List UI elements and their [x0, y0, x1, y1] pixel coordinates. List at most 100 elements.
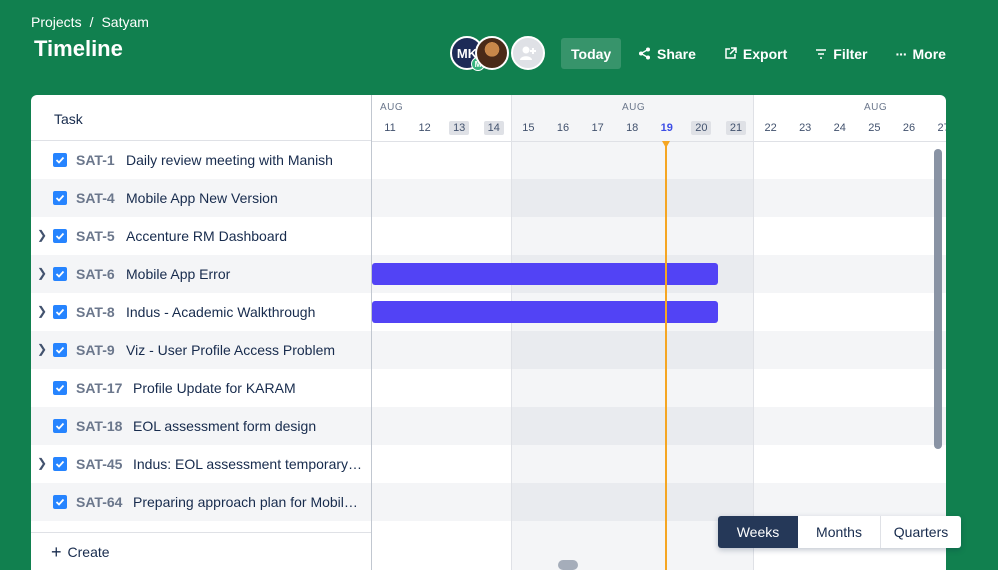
add-people-button[interactable] — [511, 36, 545, 70]
task-key[interactable]: SAT-64 — [76, 494, 122, 510]
task-type-checkbox-icon — [53, 419, 67, 433]
chevron-right-icon[interactable]: ❯ — [37, 304, 47, 320]
timeline-panel: Task SAT-1 Daily review meeting with Mani… — [31, 95, 946, 570]
day-label: 21 — [726, 121, 746, 135]
day-label: 23 — [799, 122, 812, 134]
task-row[interactable]: ❯ SAT-9 Viz - User Profile Access Problem — [31, 331, 371, 369]
chevron-right-icon[interactable]: ❯ — [37, 342, 47, 358]
export-button[interactable]: Export — [714, 38, 797, 69]
day-label: 20 — [691, 121, 712, 135]
more-button[interactable]: ··· More — [886, 38, 956, 69]
page-title: Timeline — [34, 36, 123, 61]
task-key[interactable]: SAT-6 — [76, 266, 115, 282]
task-key[interactable]: SAT-17 — [76, 380, 122, 396]
quarters-button[interactable]: Quarters — [880, 516, 961, 548]
task-row[interactable]: SAT-18 EOL assessment form design — [31, 407, 371, 445]
create-button[interactable]: + Create — [31, 532, 371, 570]
day-label: 17 — [591, 122, 604, 134]
filter-icon — [816, 48, 827, 59]
day-label: 22 — [764, 122, 777, 134]
task-row[interactable]: ❯ SAT-6 Mobile App Error — [31, 255, 371, 293]
chevron-right-icon[interactable]: ❯ — [37, 266, 47, 282]
avatar-photo[interactable] — [475, 36, 509, 70]
day-label: 19 — [660, 122, 673, 134]
task-key[interactable]: SAT-9 — [76, 342, 115, 358]
task-title[interactable]: Daily review meeting with Manish — [126, 152, 363, 168]
task-key[interactable]: SAT-1 — [76, 152, 115, 168]
task-row[interactable]: SAT-17 Profile Update for KARAM — [31, 369, 371, 407]
task-type-checkbox-icon — [53, 305, 67, 319]
task-title[interactable]: Mobile App New Version — [126, 190, 363, 206]
chevron-right-icon[interactable]: ❯ — [37, 456, 47, 472]
day-label: 13 — [449, 121, 470, 135]
task-row[interactable]: SAT-4 Mobile App New Version — [31, 179, 371, 217]
day-label: 15 — [522, 122, 535, 134]
day-label: 24 — [833, 122, 846, 134]
day-label: 12 — [418, 122, 431, 134]
task-title[interactable]: Viz - User Profile Access Problem — [126, 342, 363, 358]
weeks-button[interactable]: Weeks — [718, 516, 798, 548]
week-highlight — [511, 95, 753, 570]
task-title[interactable]: EOL assessment form design — [133, 418, 363, 434]
task-type-checkbox-icon — [53, 343, 67, 357]
more-label: More — [912, 45, 946, 62]
breadcrumb-project[interactable]: Satyam — [101, 14, 148, 30]
timeline-grid[interactable]: AUG AUG AUG 11 12 13 14 15 16 17 18 19 20 21 22 23 24… — [372, 95, 946, 570]
more-icon: ··· — [895, 45, 908, 62]
horizontal-scrollbar[interactable] — [558, 560, 578, 570]
task-title[interactable]: Indus: EOL assessment temporary s… — [133, 456, 363, 472]
export-icon — [725, 47, 737, 59]
breadcrumb-separator: / — [89, 14, 94, 30]
task-type-checkbox-icon — [53, 267, 67, 281]
filter-label: Filter — [833, 45, 868, 62]
task-row[interactable]: SAT-1 Daily review meeting with Manish — [31, 141, 371, 179]
toolbar-actions: Share Export Filter ··· More — [628, 38, 956, 69]
timeline-header-divider — [372, 141, 946, 142]
task-type-checkbox-icon — [53, 191, 67, 205]
months-button[interactable]: Months — [798, 516, 880, 548]
task-title[interactable]: Indus - Academic Walkthrough — [126, 304, 363, 320]
task-row[interactable]: SAT-64 Preparing approach plan for Mobile… — [31, 483, 371, 521]
task-type-checkbox-icon — [53, 153, 67, 167]
task-title[interactable]: Preparing approach plan for Mobile… — [133, 494, 363, 510]
plus-icon: + — [51, 541, 62, 562]
create-label: Create — [67, 543, 110, 560]
task-key[interactable]: SAT-18 — [76, 418, 122, 434]
task-type-checkbox-icon — [53, 495, 67, 509]
task-header-label: Task — [54, 111, 83, 127]
task-title[interactable]: Profile Update for KARAM — [133, 380, 363, 396]
task-key[interactable]: SAT-5 — [76, 228, 115, 244]
task-column-header: Task — [31, 95, 371, 141]
share-button[interactable]: Share — [628, 38, 706, 69]
share-icon — [639, 47, 650, 60]
task-type-checkbox-icon — [53, 381, 67, 395]
toolbar: Today — [561, 38, 622, 69]
task-key[interactable]: SAT-8 — [76, 304, 115, 320]
task-type-checkbox-icon — [53, 457, 67, 471]
task-row[interactable]: ❯ SAT-8 Indus - Academic Walkthrough — [31, 293, 371, 331]
month-label: AUG — [622, 102, 646, 113]
task-row[interactable]: ❯ SAT-45 Indus: EOL assessment temporary s… — [31, 445, 371, 483]
vertical-scrollbar[interactable] — [934, 149, 942, 449]
task-type-checkbox-icon — [53, 229, 67, 243]
filter-button[interactable]: Filter — [805, 38, 877, 69]
task-title[interactable]: Mobile App Error — [126, 266, 363, 282]
chevron-right-icon[interactable]: ❯ — [37, 228, 47, 244]
today-button[interactable]: Today — [561, 38, 622, 69]
task-key[interactable]: SAT-45 — [76, 456, 122, 472]
export-label: Export — [742, 45, 788, 62]
breadcrumb: Projects / Satyam — [31, 14, 149, 30]
day-label: 25 — [868, 122, 881, 134]
task-key[interactable]: SAT-4 — [76, 190, 115, 206]
task-row[interactable]: ❯ SAT-5 Accenture RM Dashboard — [31, 217, 371, 255]
day-label: 27 — [937, 122, 946, 134]
share-label: Share — [657, 45, 696, 62]
day-label: 16 — [556, 122, 570, 134]
timescale-switcher: Weeks Months Quarters — [718, 516, 961, 548]
task-title[interactable]: Accenture RM Dashboard — [126, 228, 363, 244]
today-line — [665, 141, 667, 570]
day-label: 14 — [483, 121, 504, 135]
week-divider — [753, 95, 754, 570]
breadcrumb-projects[interactable]: Projects — [31, 14, 82, 30]
add-user-icon — [520, 46, 536, 60]
